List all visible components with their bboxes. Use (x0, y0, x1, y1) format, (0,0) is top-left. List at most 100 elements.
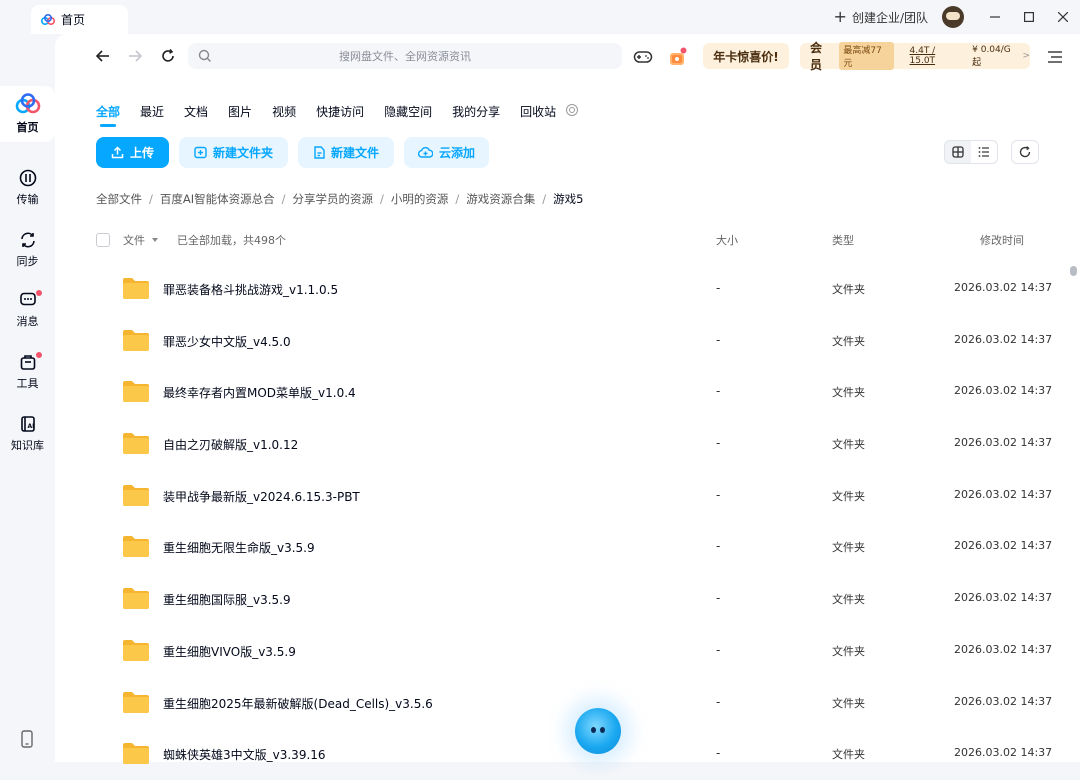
file-modified-time: 2026.03.02 14:37 (954, 642, 1053, 656)
cloud-add-icon (417, 146, 433, 158)
file-name[interactable]: 重生细胞VIVO版_v3.5.9 (163, 643, 296, 660)
create-team-button[interactable]: + 创建企业/团队 (834, 9, 928, 26)
file-size: - (716, 487, 721, 502)
column-header-type[interactable]: 类型 (832, 232, 854, 248)
search-input[interactable] (188, 49, 622, 63)
reload-button[interactable] (157, 45, 179, 67)
sidebar-item-label: 首页 (16, 121, 39, 134)
main-menu-button[interactable] (1044, 46, 1066, 68)
sidebar-item-transfer[interactable]: 传输 (0, 160, 55, 216)
sidebar-item-knowledge-base[interactable]: AI 知识库 (0, 406, 55, 462)
table-row[interactable]: 重生细胞无限生命版_v3.5.9 - 文件夹 2026.03.02 14:37 (96, 521, 1056, 573)
sidebar-item-label: 传输 (16, 193, 39, 206)
table-row[interactable]: 自由之刃破解版_v1.0.12 - 文件夹 2026.03.02 14:37 (96, 418, 1056, 470)
tab-home[interactable]: 首页 (31, 5, 128, 34)
search-box[interactable] (188, 43, 622, 69)
plus-icon: + (833, 7, 847, 26)
close-icon (1058, 12, 1068, 22)
file-size: - (716, 281, 721, 295)
file-size: - (716, 384, 721, 399)
breadcrumb-item[interactable]: 百度AI智能体资源总合 (160, 191, 275, 207)
sidebar-item-home[interactable]: 首页 (0, 86, 55, 142)
breadcrumb-separator: / (149, 192, 153, 206)
maximize-button[interactable] (1012, 0, 1046, 34)
new-folder-button[interactable]: 新建文件夹 (179, 137, 288, 168)
scrollbar-thumb[interactable] (1070, 266, 1077, 276)
breadcrumb-item[interactable]: 小明的资源 (391, 191, 449, 207)
tab-recent[interactable]: 最近 (140, 103, 164, 120)
file-name[interactable]: 重生细胞2025年最新破解版(Dead_Cells)_v3.5.6 (163, 695, 433, 712)
annual-promo-button[interactable]: 年卡惊喜价! (703, 43, 789, 69)
list-view-button[interactable] (971, 141, 997, 163)
sort-icon (151, 238, 158, 242)
table-row[interactable]: 罪恶少女中文版_v4.5.0 - 文件夹 2026.03.02 14:37 (96, 315, 1056, 367)
sidebar-item-messages[interactable]: 消息 (0, 282, 55, 338)
table-row[interactable]: 重生细胞国际服_v3.5.9 - 文件夹 2026.03.02 14:37 (96, 573, 1056, 625)
file-type: 文件夹 (832, 541, 865, 555)
refresh-list-button[interactable] (1011, 140, 1039, 164)
column-header-file[interactable]: 文件 (123, 232, 159, 248)
gamepad-icon (633, 51, 653, 63)
column-header-size[interactable]: 大小 (716, 232, 738, 248)
sidebar-item-tools[interactable]: 工具 (0, 344, 55, 400)
file-name[interactable]: 重生细胞无限生命版_v3.5.9 (163, 539, 315, 556)
folder-icon (123, 381, 149, 403)
file-name[interactable]: 自由之刃破解版_v1.0.12 (163, 436, 298, 453)
table-row[interactable]: 重生细胞2025年最新破解版(Dead_Cells)_v3.5.6 - 文件夹 202… (96, 677, 1056, 729)
new-file-button[interactable]: 新建文件 (298, 137, 394, 168)
baidu-cloud-logo-icon (41, 13, 55, 25)
select-all-checkbox[interactable] (96, 233, 110, 247)
tab-quick-access[interactable]: 快捷访问 (316, 103, 364, 120)
tab-my-shares[interactable]: 我的分享 (452, 103, 500, 120)
breadcrumb-separator: / (455, 192, 460, 206)
gift-button[interactable] (666, 46, 688, 68)
table-row[interactable]: 罪恶装备格斗挑战游戏_v1.1.0.5 - 文件夹 2026.03.02 14:37 (96, 263, 1056, 315)
grid-view-button[interactable] (945, 141, 971, 163)
file-name[interactable]: 罪恶少女中文版_v4.5.0 (163, 333, 291, 350)
table-row[interactable]: 最终幸存者内置MOD菜单版_v1.0.4 - 文件夹 2026.03.02 14:37 (96, 366, 1056, 418)
vip-banner[interactable]: 会员 最高减77元 4.4T / 15.0T ¥ 0.04/G起 > (800, 41, 1030, 72)
file-type: 文件夹 (832, 283, 865, 296)
file-name[interactable]: 重生细胞国际服_v3.5.9 (163, 591, 291, 608)
table-row[interactable]: 装甲战争最新版_v2024.6.15.3-PBT - 文件夹 2026.03.02 1… (96, 470, 1056, 522)
breadcrumb-item[interactable]: 游戏资源合集 (466, 191, 535, 207)
avatar[interactable] (942, 6, 964, 28)
tab-all[interactable]: 全部 (96, 103, 120, 127)
tab-documents[interactable]: 文档 (184, 103, 208, 120)
table-row[interactable]: 重生细胞VIVO版_v3.5.9 - 文件夹 2026.03.02 14:37 (96, 625, 1056, 677)
breadcrumb-item[interactable]: 分享学员的资源 (293, 191, 374, 207)
file-list: 罪恶装备格斗挑战游戏_v1.1.0.5- 文件夹 2026.03.02 14:37 罪… (96, 263, 1056, 780)
upload-button[interactable]: 上传 (96, 137, 169, 168)
file-size: - (716, 642, 721, 657)
close-window-button[interactable] (1046, 0, 1080, 34)
folder-icon (123, 278, 149, 299)
file-type: 文件夹 (832, 438, 865, 452)
file-modified-time: 2026.03.02 14:37 (954, 591, 1053, 605)
column-header-modified-time[interactable]: 修改时间 (980, 232, 1024, 248)
cloud-add-label: 云添加 (438, 146, 475, 160)
tab-videos[interactable]: 视频 (272, 103, 296, 120)
tab-recycle-bin[interactable]: 回收站 (520, 103, 556, 120)
tab-images[interactable]: 图片 (228, 103, 252, 120)
file-name[interactable]: 罪恶装备格斗挑战游戏_v1.1.0.5 (163, 281, 338, 298)
back-button[interactable] (92, 45, 114, 67)
breadcrumb-item[interactable]: 全部文件 (96, 191, 142, 207)
baidu-cloud-logo-icon (15, 93, 40, 114)
phone-icon[interactable] (19, 730, 35, 748)
new-file-label: 新建文件 (330, 146, 379, 160)
cloud-add-button[interactable]: 云添加 (404, 137, 489, 168)
file-name[interactable]: 蜘蛛侠英雄3中文版_v3.39.16 (163, 746, 326, 763)
sidebar-item-label: 同步 (16, 255, 39, 268)
action-bar: 上传 新建文件夹 新建文件 云添加 (96, 137, 489, 168)
file-name[interactable]: 装甲战争最新版_v2024.6.15.3-PBT (163, 488, 360, 505)
more-tabs-icon[interactable] (566, 104, 579, 116)
forward-button[interactable] (124, 45, 146, 67)
file-size: - (716, 694, 721, 709)
minimize-button[interactable] (978, 0, 1012, 34)
tab-hidden-space[interactable]: 隐藏空间 (384, 103, 432, 120)
sidebar-item-sync[interactable]: 同步 (0, 222, 55, 278)
game-center-button[interactable] (632, 46, 654, 68)
file-modified-time: 2026.03.02 14:37 (954, 332, 1053, 346)
ai-assistant-button[interactable] (575, 708, 621, 754)
file-name[interactable]: 最终幸存者内置MOD菜单版_v1.0.4 (163, 384, 356, 401)
